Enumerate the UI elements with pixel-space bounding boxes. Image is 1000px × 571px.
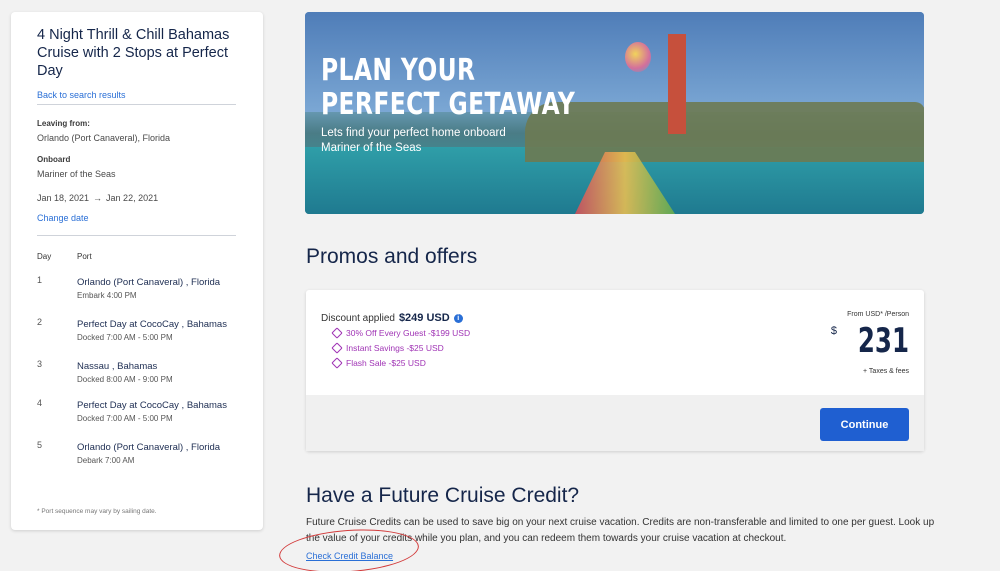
- port-sequence-footnote: * Port sequence may vary by sailing date…: [37, 508, 157, 515]
- offer-item: Flash Sale -$25 USD: [331, 357, 426, 369]
- tag-icon: [331, 327, 343, 339]
- itinerary-row: 5 Orlando (Port Canaveral) , Florida Deb…: [37, 440, 237, 465]
- hero-headline-line2: PERFECT GETAWAY: [321, 87, 576, 122]
- tag-icon: [331, 342, 343, 354]
- itinerary-detail: Docked 7:00 AM - 5:00 PM: [77, 414, 173, 423]
- itinerary-day: 1: [37, 275, 43, 285]
- offer-item: 30% Off Every Guest -$199 USD: [331, 327, 471, 339]
- leaving-value: Orlando (Port Canaveral), Florida: [37, 133, 171, 143]
- itinerary-row: 3 Nassau , Bahamas Docked 8:00 AM - 9:00…: [37, 359, 237, 384]
- tag-icon: [331, 357, 343, 369]
- hero-headline-line1: PLAN YOUR: [321, 53, 476, 88]
- change-date-link[interactable]: Change date: [37, 213, 237, 223]
- taxes-note: + Taxes & fees: [863, 368, 909, 375]
- itinerary-row: 1 Orlando (Port Canaveral) , Florida Emb…: [37, 275, 237, 300]
- price-currency: $: [830, 325, 838, 337]
- itinerary-port: Perfect Day at CocoCay , Bahamas: [77, 319, 227, 330]
- offer-text: Instant Savings -$25 USD: [346, 343, 444, 353]
- port-column-header: Port: [77, 252, 92, 261]
- discount-amount: $249 USD: [398, 312, 450, 324]
- itinerary-detail: Embark 4:00 PM: [77, 291, 137, 300]
- discount-applied: Discount applied $249 USD i: [321, 312, 463, 324]
- ship-name: Mariner of the Seas: [37, 169, 116, 179]
- itinerary-day: 2: [37, 317, 43, 327]
- price: $ 231: [831, 322, 909, 360]
- discount-label: Discount applied: [321, 312, 395, 324]
- onboard-label: Onboard: [37, 155, 71, 164]
- info-icon[interactable]: i: [453, 313, 463, 323]
- divider: [37, 104, 236, 105]
- promo-card: Discount applied $249 USD i 30% Off Ever…: [306, 290, 924, 451]
- itinerary-port: Perfect Day at CocoCay , Bahamas: [77, 400, 227, 411]
- itinerary-row: 4 Perfect Day at CocoCay , Bahamas Docke…: [37, 398, 237, 423]
- promos-title: Promos and offers: [306, 245, 478, 268]
- fcc-title: Have a Future Cruise Credit?: [306, 484, 580, 507]
- leaving-label: Leaving from:: [37, 119, 90, 128]
- offer-item: Instant Savings -$25 USD: [331, 342, 444, 354]
- itinerary-port: Orlando (Port Canaveral) , Florida: [77, 442, 221, 453]
- price-amount: 231: [857, 321, 909, 361]
- itinerary-list: 1 Orlando (Port Canaveral) , Florida Emb…: [37, 275, 237, 465]
- hero-text: PLAN YOUR PERFECT GETAWAY Lets find your…: [321, 54, 647, 156]
- hero-banner: PLAN YOUR PERFECT GETAWAY Lets find your…: [305, 12, 924, 214]
- itinerary-port: Orlando (Port Canaveral) , Florida: [77, 277, 221, 288]
- itinerary-day: 4: [37, 398, 43, 408]
- annotation-circle: [277, 525, 421, 571]
- hero-subtitle: Lets find your perfect home onboard Mari…: [321, 127, 506, 154]
- end-date: Jan 22, 2021: [106, 193, 159, 203]
- back-to-search-link[interactable]: Back to search results: [37, 90, 237, 100]
- offer-text: 30% Off Every Guest -$199 USD: [346, 328, 471, 338]
- arrow-right-icon: →: [93, 193, 103, 203]
- itinerary-row: 2 Perfect Day at CocoCay , Bahamas Docke…: [37, 317, 237, 342]
- itinerary-detail: Docked 8:00 AM - 9:00 PM: [77, 375, 173, 384]
- continue-button[interactable]: Continue: [820, 408, 909, 441]
- divider: [37, 235, 236, 236]
- itinerary-port: Nassau , Bahamas: [77, 361, 158, 372]
- day-column-header: Day: [37, 252, 52, 261]
- hero-tower: [668, 34, 686, 134]
- cruise-summary-sidebar: 4 Night Thrill & Chill Bahamas Cruise wi…: [11, 12, 263, 530]
- cruise-title: 4 Night Thrill & Chill Bahamas Cruise wi…: [37, 27, 230, 79]
- offer-text: Flash Sale -$25 USD: [346, 358, 426, 368]
- itinerary-detail: Docked 7:00 AM - 5:00 PM: [77, 333, 173, 342]
- itinerary-day: 5: [37, 440, 43, 450]
- itinerary-header: Day Port: [37, 252, 237, 261]
- price-from-label: From USD* /Person: [847, 311, 909, 318]
- start-date: Jan 18, 2021: [37, 193, 90, 203]
- sailing-dates: Jan 18, 2021 → Jan 22, 2021: [37, 193, 237, 203]
- itinerary-detail: Debark 7:00 AM: [77, 456, 135, 465]
- itinerary-day: 3: [37, 359, 43, 369]
